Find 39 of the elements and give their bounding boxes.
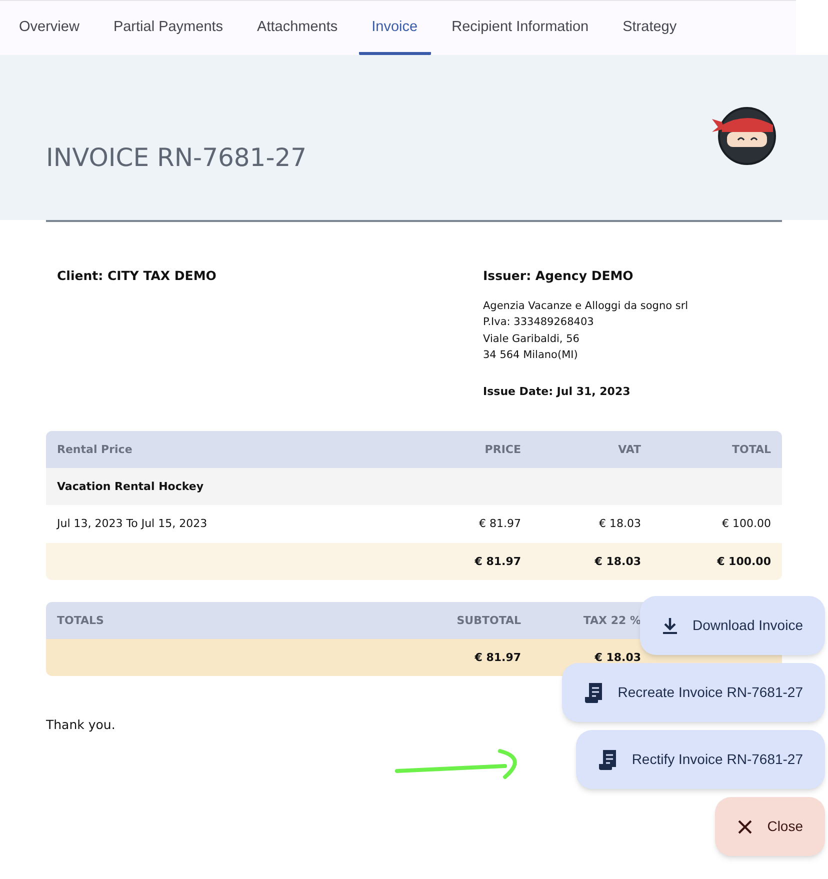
table-cell-text: € 18.03: [598, 516, 642, 532]
tab[interactable]: Recipient Information: [438, 1, 602, 55]
sum-cell-text: € 81.97: [474, 554, 522, 570]
column-header: VAT: [617, 442, 642, 458]
client-name: Client: CITY TAX DEMO: [57, 267, 216, 285]
table-cell-text: € 100.00: [721, 516, 772, 532]
total-cell-text: € 18.03: [594, 650, 642, 666]
closing-text: Thank you.: [46, 717, 116, 732]
column-header: Rental Price: [56, 442, 134, 458]
total-cell-text: € 81.97: [474, 650, 522, 666]
sum-cell-text: € 18.03: [594, 554, 642, 570]
column-header: SUBTOTAL: [456, 612, 522, 628]
column-header: TOTALS: [56, 612, 105, 628]
action-button[interactable]: Download Invoice: [640, 596, 825, 655]
table-cell-text: Jul 13, 2023 To Jul 15, 2023: [56, 516, 208, 532]
column-header: PRICE: [484, 442, 522, 458]
issuer-address-line: P.Iva: 333489268403: [483, 315, 595, 330]
tab[interactable]: Attachments: [244, 1, 351, 55]
receipt-icon: [598, 748, 618, 770]
issuer-address-line: 34 564 Milano(MI): [483, 348, 579, 364]
item-group-name: Vacation Rental Hockey: [57, 478, 204, 494]
table-cell-text: € 81.97: [478, 516, 522, 532]
column-header: TAX 22 %: [582, 612, 642, 628]
tab[interactable]: Strategy: [610, 1, 690, 55]
issuer-name: Issuer: Agency DEMO: [483, 267, 634, 285]
issuer-address-line: Viale Garibaldi, 56: [483, 332, 580, 347]
invoice-title: INVOICE RN-7681-27: [46, 142, 307, 174]
issue-date: Issue Date: Jul 31, 2023: [483, 384, 632, 400]
receipt-icon: [584, 682, 604, 704]
tab[interactable]: Overview: [6, 1, 92, 55]
close-button[interactable]: Close: [715, 797, 825, 856]
issuer-address-line: Agenzia Vacanze e Alloggi da sogno srl: [483, 298, 690, 314]
download-icon: [662, 616, 678, 634]
sum-cell-text: € 100.00: [716, 554, 772, 570]
close-icon: [737, 818, 754, 834]
tab[interactable]: Partial Payments: [100, 1, 236, 55]
action-button[interactable]: Recreate Invoice RN-7681-27: [562, 663, 825, 722]
action-button[interactable]: Rectify Invoice RN-7681-27: [576, 730, 825, 789]
column-header: TOTAL: [730, 442, 772, 458]
